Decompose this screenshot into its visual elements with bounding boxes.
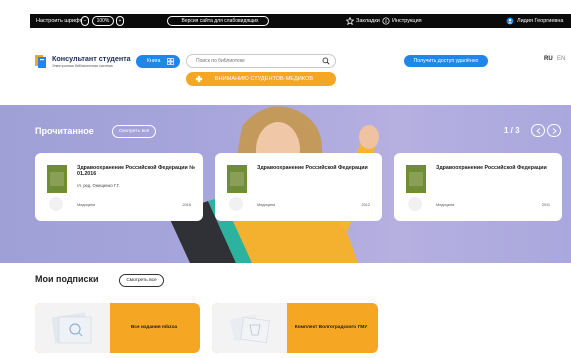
bookmarks-link[interactable]: Закладки xyxy=(356,14,380,28)
book-illustration xyxy=(229,314,270,344)
book-cover xyxy=(47,165,67,193)
book-title: Здравоохранение Российской Федерации № 0… xyxy=(77,165,196,177)
carousel-prev-button[interactable] xyxy=(531,124,545,137)
book-title: Здравоохранение Российской Федерации xyxy=(436,165,547,171)
recently-read-section: Прочитанное Смотреть всё 1 / 3 Здравоохр… xyxy=(0,105,571,263)
book-year: 2011 xyxy=(541,203,550,207)
book-status-icon xyxy=(408,197,422,211)
book-category: Медицина xyxy=(436,203,455,207)
low-vision-button[interactable]: Версия сайта для слабовидящих xyxy=(167,16,269,26)
site-header: Консультант студента Электронная библиот… xyxy=(0,42,571,105)
grid-icon xyxy=(167,58,174,65)
recently-read-see-all-button[interactable]: Смотреть всё xyxy=(112,125,156,138)
book-status-icon xyxy=(49,197,63,211)
book-card[interactable]: Здравоохранение Российской Федерации № 0… xyxy=(35,153,203,221)
top-bar: Настроить шрифт − 100% + Версия сайта дл… xyxy=(0,0,571,42)
zoom-value: 100% xyxy=(92,16,114,26)
book-cover xyxy=(227,165,247,193)
font-settings-label[interactable]: Настроить шрифт xyxy=(36,14,82,28)
chevron-right-icon xyxy=(552,128,557,134)
subscriptions-see-all-button[interactable]: Смотреть все xyxy=(119,274,164,287)
subscriptions-title: Мои подписки xyxy=(35,274,99,284)
user-icon xyxy=(506,17,514,25)
subscription-card[interactable]: Все издания mbzoa xyxy=(35,303,200,353)
medic-students-banner[interactable]: ВНИМАНИЮ СТУДЕНТОВ-МЕДИКОВ xyxy=(186,72,336,86)
book-category: Медицина xyxy=(77,203,96,207)
kniga-button[interactable]: Книга xyxy=(136,55,180,68)
book-year: 2016 xyxy=(182,203,191,207)
book-category: Медицина xyxy=(257,203,276,207)
user-name-link[interactable]: Лидия Георгиевна xyxy=(517,14,563,28)
info-icon xyxy=(382,17,390,25)
font-increase-button[interactable]: + xyxy=(116,16,124,26)
book-title: Здравоохранение Российской Федерации xyxy=(257,165,368,171)
book-cover xyxy=(406,165,426,193)
logo-subtitle: Электронная библиотечная система xyxy=(52,64,113,68)
carousel-pager: 1 / 3 xyxy=(504,126,520,135)
search-input[interactable] xyxy=(186,54,336,68)
book-illustration xyxy=(51,312,92,344)
star-icon xyxy=(346,17,354,25)
chevron-left-icon xyxy=(536,128,541,134)
subscription-label: Комплект Волгоградского ГМУ xyxy=(294,325,368,330)
recently-read-title: Прочитанное xyxy=(35,126,94,136)
low-vision-label: Версия сайта для слабовидящих xyxy=(181,18,259,24)
book-year: 2012 xyxy=(361,203,370,207)
remote-access-label: Получить доступ удалённо xyxy=(413,58,479,64)
search-icon[interactable] xyxy=(322,57,330,65)
subscription-image xyxy=(212,303,287,353)
carousel-next-button[interactable] xyxy=(547,124,561,137)
logo-icon[interactable] xyxy=(34,53,48,69)
book-status-icon xyxy=(229,197,243,211)
book-author: гл. ред. Онищенко Г.Г. xyxy=(77,183,120,188)
lang-en-link[interactable]: EN xyxy=(557,56,565,62)
book-card[interactable]: Здравоохранение Российской Федерации Мед… xyxy=(215,153,382,221)
instruction-link[interactable]: Инструкция xyxy=(392,14,422,28)
medical-icon xyxy=(195,75,203,83)
subscription-label: Все издания mbzoa xyxy=(130,325,178,330)
logo-title[interactable]: Консультант студента xyxy=(52,54,131,63)
font-decrease-button[interactable]: − xyxy=(81,16,89,26)
kniga-label: Книга xyxy=(147,58,161,64)
subscription-card[interactable]: Комплект Волгоградского ГМУ xyxy=(212,303,378,353)
top-bar-inner: Настроить шрифт − 100% + Версия сайта дл… xyxy=(30,14,571,28)
book-card[interactable]: Здравоохранение Российской Федерации Мед… xyxy=(394,153,562,221)
lang-ru-link[interactable]: RU xyxy=(544,56,553,62)
subscription-image xyxy=(35,303,110,353)
medic-banner-label: ВНИМАНИЮ СТУДЕНТОВ-МЕДИКОВ xyxy=(214,76,314,82)
remote-access-button[interactable]: Получить доступ удалённо xyxy=(404,55,488,67)
